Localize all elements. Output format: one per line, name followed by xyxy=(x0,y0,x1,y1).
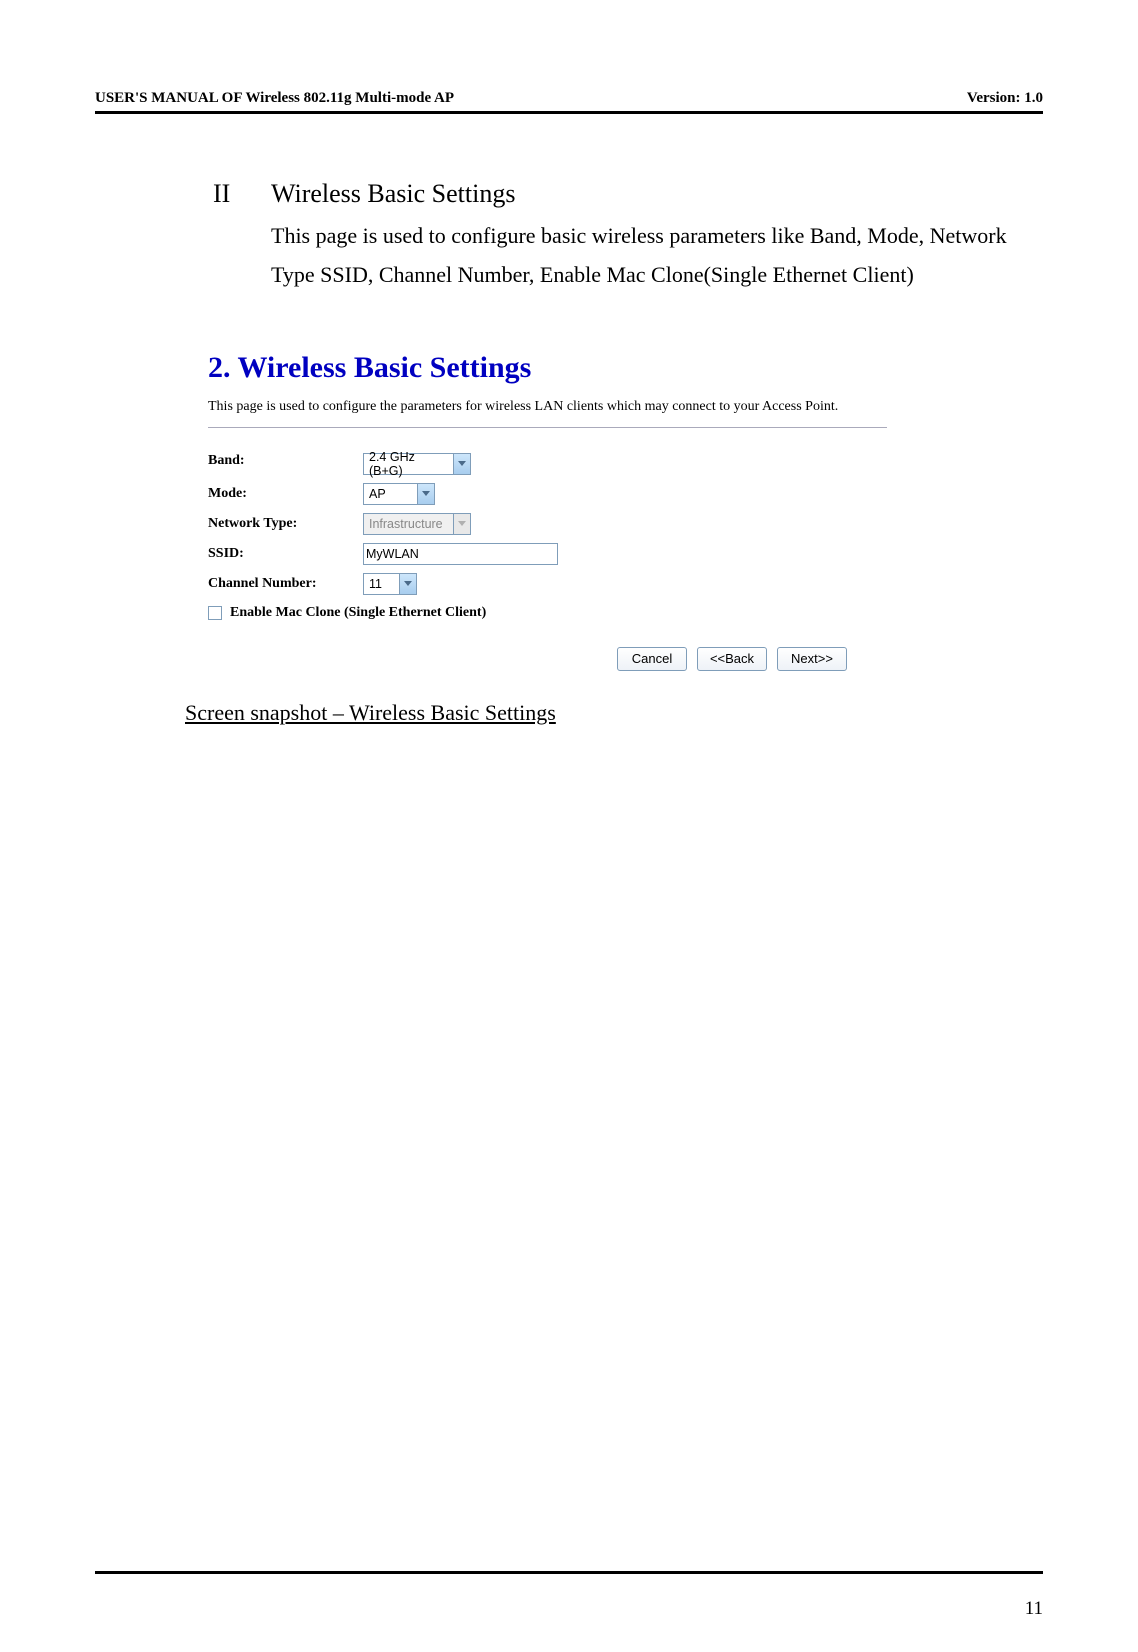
mac-clone-label: Enable Mac Clone (Single Ethernet Client… xyxy=(230,605,486,621)
page-number: 11 xyxy=(1025,1598,1043,1620)
ssid-input[interactable]: MyWLAN xyxy=(363,543,558,565)
section-body: This page is used to configure basic wir… xyxy=(271,217,1043,294)
mode-select[interactable]: AP xyxy=(363,483,435,505)
channel-label: Channel Number: xyxy=(208,569,363,599)
screenshot-description: This page is used to configure the param… xyxy=(208,397,887,417)
header-rule xyxy=(95,111,1043,114)
band-label: Band: xyxy=(208,444,363,479)
header-right: Version: 1.0 xyxy=(967,90,1043,107)
channel-select[interactable]: 11 xyxy=(363,573,417,595)
mac-clone-checkbox[interactable] xyxy=(208,606,222,620)
chevron-down-icon xyxy=(453,454,470,474)
screenshot-rule xyxy=(208,427,887,428)
section-number: II xyxy=(213,179,271,209)
chevron-down-icon xyxy=(399,574,416,594)
chevron-down-icon xyxy=(453,514,470,534)
footer-rule xyxy=(95,1571,1043,1574)
mode-label: Mode: xyxy=(208,479,363,509)
page-header: USER'S MANUAL OF Wireless 802.11g Multi-… xyxy=(95,90,1043,107)
network-type-select: Infrastructure xyxy=(363,513,471,535)
band-select[interactable]: 2.4 GHz (B+G) xyxy=(363,453,471,475)
section-title: Wireless Basic Settings xyxy=(271,179,515,209)
mode-value: AP xyxy=(366,487,406,501)
settings-screenshot: 2. Wireless Basic Settings This page is … xyxy=(185,332,910,692)
header-left: USER'S MANUAL OF Wireless 802.11g Multi-… xyxy=(95,90,454,107)
screenshot-caption: Screen snapshot – Wireless Basic Setting… xyxy=(185,700,1043,726)
network-type-label: Network Type: xyxy=(208,509,363,539)
chevron-down-icon xyxy=(417,484,434,504)
back-button-label: <<Back xyxy=(710,651,754,666)
channel-value: 11 xyxy=(366,577,402,591)
section-block: II Wireless Basic Settings This page is … xyxy=(213,179,1043,294)
network-type-value: Infrastructure xyxy=(366,517,463,531)
cancel-button[interactable]: Cancel xyxy=(617,647,687,671)
next-button-label: Next>> xyxy=(791,651,833,666)
cancel-button-label: Cancel xyxy=(632,651,672,666)
screenshot-title: 2. Wireless Basic Settings xyxy=(208,351,887,385)
settings-form: Band: 2.4 GHz (B+G) Mode: AP xyxy=(208,444,564,599)
back-button[interactable]: <<Back xyxy=(697,647,767,671)
ssid-value: MyWLAN xyxy=(366,547,419,561)
next-button[interactable]: Next>> xyxy=(777,647,847,671)
ssid-label: SSID: xyxy=(208,539,363,569)
